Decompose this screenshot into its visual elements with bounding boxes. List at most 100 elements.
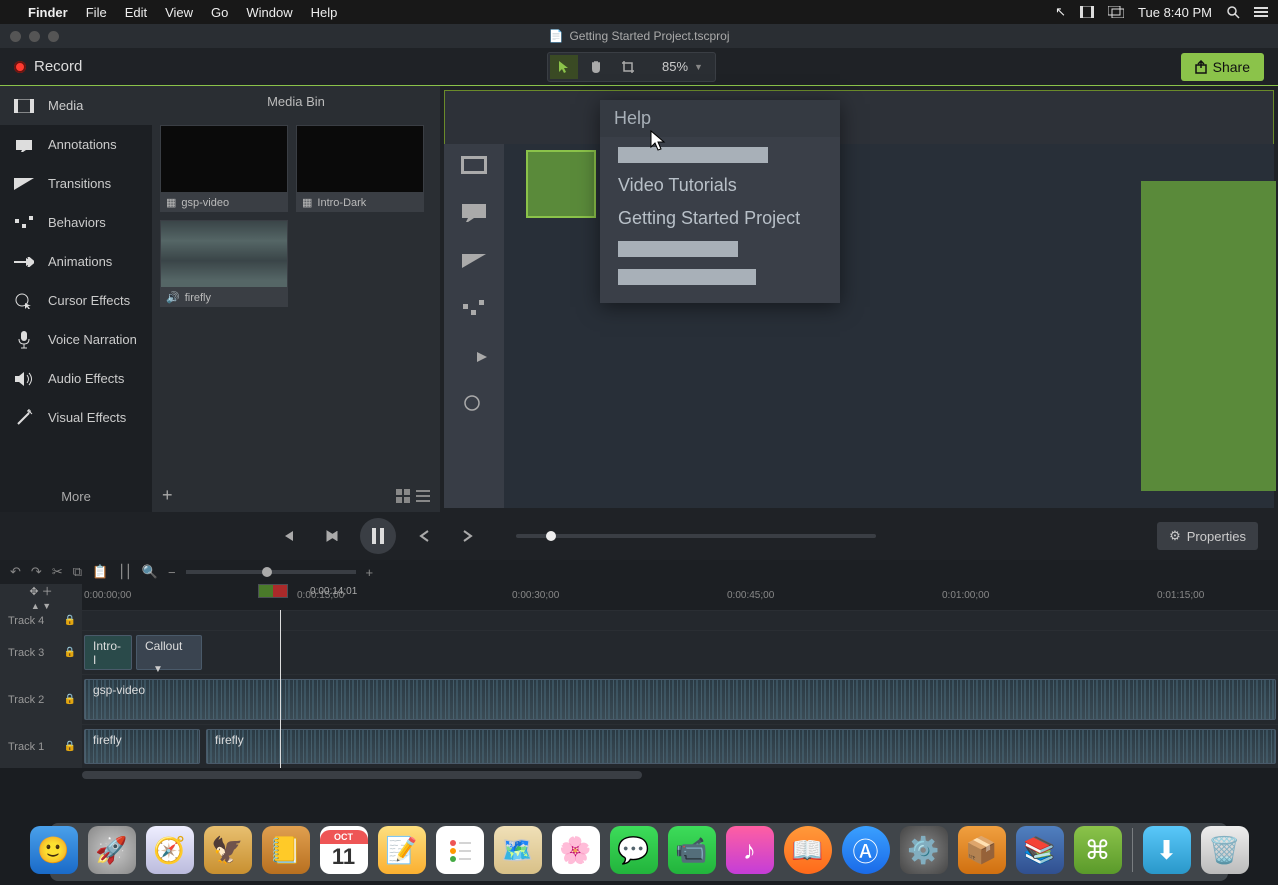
- lock-icon[interactable]: 🔒: [64, 694, 76, 705]
- dock-itunes-icon[interactable]: ♪: [726, 826, 774, 874]
- dock-maps-icon[interactable]: 🗺️: [494, 826, 542, 874]
- grid-view-button[interactable]: [396, 489, 410, 503]
- lock-icon[interactable]: 🔒: [64, 615, 76, 626]
- film-icon: ▦: [302, 196, 312, 209]
- track-4-body[interactable]: [82, 611, 1278, 630]
- dock-messages-icon[interactable]: 💬: [610, 826, 658, 874]
- track-2-body[interactable]: gsp-video: [82, 675, 1278, 724]
- canvas-crop-tool[interactable]: [614, 55, 642, 79]
- track-3-body[interactable]: Intro-I Callout▼: [82, 631, 1278, 674]
- status-cursor-icon[interactable]: ↖: [1055, 4, 1066, 20]
- dock-calendar-icon[interactable]: OCT11: [320, 826, 368, 874]
- timeline-horizontal-scrollbar[interactable]: [0, 768, 1278, 782]
- dock-ibooks-icon[interactable]: 📖: [784, 826, 832, 874]
- sidebar-more-button[interactable]: More: [0, 481, 152, 512]
- transport-bar: ⚙ Properties: [0, 512, 1278, 560]
- media-item-intro-dark[interactable]: ▦Intro-Dark: [296, 125, 424, 212]
- timeline-zoom-slider[interactable]: [186, 570, 356, 574]
- sidebar-item-transitions[interactable]: Transitions: [0, 164, 152, 203]
- zoom-in-button[interactable]: +: [366, 565, 374, 580]
- menu-view[interactable]: View: [165, 5, 193, 20]
- dock-downloads-icon[interactable]: ⬇: [1143, 826, 1191, 874]
- clip-gsp-video[interactable]: gsp-video: [84, 679, 1276, 720]
- zoom-level-select[interactable]: 85% ▼: [652, 59, 713, 74]
- dock-contacts-icon[interactable]: 📒: [262, 826, 310, 874]
- dock-finder-icon[interactable]: 🙂: [30, 826, 78, 874]
- help-menu-item-placeholder[interactable]: [618, 269, 756, 285]
- prev-frame-button[interactable]: [272, 520, 304, 552]
- properties-button[interactable]: ⚙ Properties: [1157, 522, 1258, 550]
- redo-button[interactable]: ↷: [31, 564, 42, 580]
- dock-mail-icon[interactable]: 🦅: [204, 826, 252, 874]
- dock-reminders-icon[interactable]: [436, 826, 484, 874]
- window-traffic-lights[interactable]: [10, 31, 59, 42]
- menu-window[interactable]: Window: [246, 5, 292, 20]
- canvas-selected-clip[interactable]: [526, 150, 596, 218]
- dock-notes-icon[interactable]: 📝: [378, 826, 426, 874]
- play-pause-button[interactable]: [360, 518, 396, 554]
- paste-button[interactable]: 📋: [92, 564, 108, 580]
- canvas-pan-tool[interactable]: [582, 55, 610, 79]
- sidebar-item-visual-effects[interactable]: Visual Effects: [0, 398, 152, 437]
- media-item-firefly[interactable]: 🔊firefly: [160, 220, 288, 307]
- menu-edit[interactable]: Edit: [125, 5, 147, 20]
- spotlight-icon[interactable]: [1226, 5, 1240, 19]
- dock-camtasia-icon[interactable]: ⌘: [1074, 826, 1122, 874]
- copy-button[interactable]: ⧉: [73, 564, 82, 580]
- help-menu-item-placeholder[interactable]: [618, 241, 738, 257]
- undo-button[interactable]: ↶: [10, 564, 21, 580]
- add-media-button[interactable]: +: [162, 485, 173, 506]
- menubar-clock[interactable]: Tue 8:40 PM: [1138, 5, 1212, 20]
- dock-safari-icon[interactable]: 🧭: [146, 826, 194, 874]
- canvas-preview[interactable]: Help Video Tutorials Getting Started Pro…: [440, 86, 1278, 512]
- dock-facetime-icon[interactable]: 📹: [668, 826, 716, 874]
- menubar-app-name[interactable]: Finder: [28, 5, 68, 20]
- next-frame-button[interactable]: [316, 520, 348, 552]
- record-indicator-icon: [14, 61, 26, 73]
- dock-trash-icon[interactable]: 🗑️: [1201, 826, 1249, 874]
- sidebar-item-annotations[interactable]: Annotations: [0, 125, 152, 164]
- sidebar-item-animations[interactable]: Animations: [0, 242, 152, 281]
- help-menu-search[interactable]: [618, 147, 768, 163]
- clip-intro[interactable]: Intro-I: [84, 635, 132, 670]
- playhead-handle[interactable]: [258, 584, 288, 598]
- status-movie-icon[interactable]: [1080, 6, 1094, 18]
- dock-preferences-icon[interactable]: ⚙️: [900, 826, 948, 874]
- media-item-gsp-video[interactable]: ▦gsp-video: [160, 125, 288, 212]
- clip-callout[interactable]: Callout▼: [136, 635, 202, 670]
- status-display-icon[interactable]: [1108, 6, 1124, 18]
- sidebar-item-media[interactable]: Media: [0, 86, 152, 125]
- clip-firefly-1[interactable]: firefly: [84, 729, 200, 764]
- clip-firefly-2[interactable]: firefly: [206, 729, 1276, 764]
- track-add-controls[interactable]: ✥ ＋ ▲ ▼: [0, 584, 82, 610]
- dock-photos-icon[interactable]: 🌸: [552, 826, 600, 874]
- notification-center-icon[interactable]: [1254, 6, 1268, 18]
- dock-launchpad-icon[interactable]: 🚀: [88, 826, 136, 874]
- lock-icon[interactable]: 🔒: [64, 647, 76, 658]
- sidebar-item-voice-narration[interactable]: Voice Narration: [0, 320, 152, 359]
- menu-go[interactable]: Go: [211, 5, 228, 20]
- sidebar-item-behaviors[interactable]: Behaviors: [0, 203, 152, 242]
- playhead-line[interactable]: [280, 610, 281, 768]
- menu-help[interactable]: Help: [311, 5, 338, 20]
- lock-icon[interactable]: 🔒: [64, 741, 76, 752]
- canvas-select-tool[interactable]: [550, 55, 578, 79]
- dock-app-icon[interactable]: 📚: [1016, 826, 1064, 874]
- record-button[interactable]: Record: [34, 58, 82, 75]
- zoom-out-button[interactable]: −: [168, 565, 176, 580]
- track-1-body[interactable]: firefly firefly: [82, 725, 1278, 768]
- next-marker-button[interactable]: [452, 520, 484, 552]
- playback-progress-slider[interactable]: [516, 534, 876, 538]
- help-menu-item-tutorials[interactable]: Video Tutorials: [618, 175, 822, 196]
- prev-marker-button[interactable]: [408, 520, 440, 552]
- dock-appstore-icon[interactable]: Ⓐ: [842, 826, 890, 874]
- sidebar-item-cursor-effects[interactable]: Cursor Effects: [0, 281, 152, 320]
- share-button[interactable]: Share: [1181, 53, 1264, 81]
- menu-file[interactable]: File: [86, 5, 107, 20]
- help-menu-item-getting-started[interactable]: Getting Started Project: [618, 208, 822, 229]
- cut-button[interactable]: ✂: [52, 564, 63, 580]
- list-view-button[interactable]: [416, 489, 430, 503]
- split-button[interactable]: ⎮⎮: [118, 564, 132, 580]
- dock-app-icon[interactable]: 📦: [958, 826, 1006, 874]
- sidebar-item-audio-effects[interactable]: Audio Effects: [0, 359, 152, 398]
